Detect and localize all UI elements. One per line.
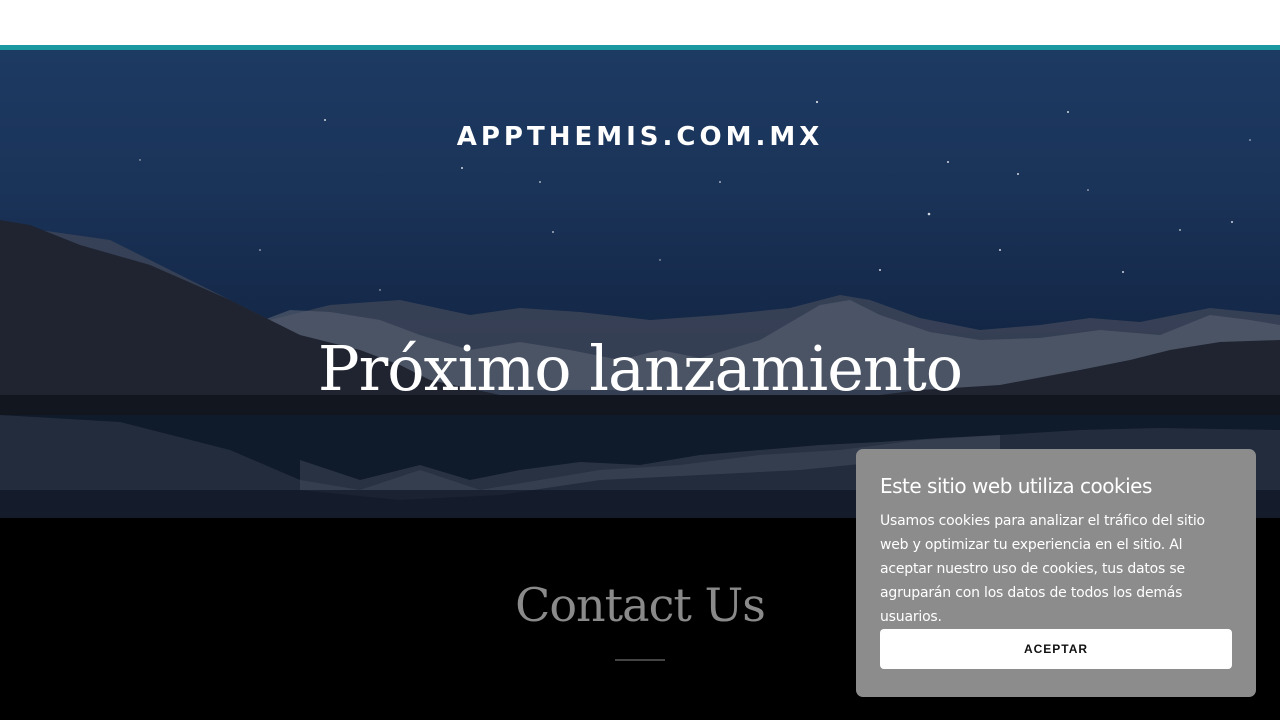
accept-cookies-button[interactable]: ACEPTAR [880,629,1232,669]
hero-section: APPTHEMIS.COM.MX Próximo lanzamiento [0,50,1280,518]
cookie-banner: Este sitio web utiliza cookies Usamos co… [856,449,1256,697]
cookie-banner-title: Este sitio web utiliza cookies [880,474,1152,498]
mountain-lake-background [0,100,1280,518]
site-title[interactable]: APPTHEMIS.COM.MX [0,122,1280,152]
hero-headline: Próximo lanzamiento [317,332,963,405]
cookie-banner-text: Usamos cookies para analizar el tráfico … [880,513,1205,625]
top-header-bar [0,0,1280,45]
contact-divider [615,659,665,661]
